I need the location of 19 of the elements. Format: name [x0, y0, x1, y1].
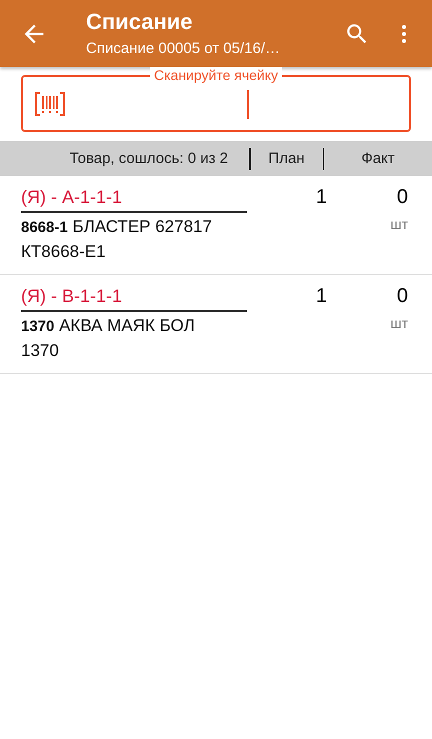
unit-label: шт — [390, 216, 408, 232]
screen-subtitle: Списание 00005 от 05/16/… — [86, 38, 280, 58]
fact-quantity: 0 — [396, 186, 408, 208]
plan-quantity: 1 — [316, 285, 327, 307]
field-label: Сканируйте ячейку — [150, 67, 282, 83]
screen-title: Списание — [86, 8, 192, 34]
cell-address: (Я) - А-1-1-1 — [21, 186, 247, 213]
plan-quantity: 1 — [316, 186, 327, 208]
column-header: План — [268, 150, 305, 167]
table-row[interactable]: (Я) - А-1-1-1 8668-1 БЛАСТЕР 627817 КТ8668-Е1 1 0 шт — [0, 176, 432, 275]
item-name: 8668-1 БЛАСТЕР 627817 КТ8668-Е1 — [21, 216, 213, 263]
column-header: Факт — [361, 150, 395, 167]
cell-address: (Я) - В-1-1-1 — [21, 285, 247, 312]
table-row[interactable]: (Я) - В-1-1-1 1370 АКВА МАЯК БОЛ 1370 1 0 шт — [0, 275, 432, 374]
barcode-icon — [35, 92, 65, 116]
column-header: Товар, сошлось: 0 из 2 — [70, 150, 228, 167]
fact-quantity: 0 — [396, 285, 408, 307]
item-name: 1370 АКВА МАЯК БОЛ 1370 — [21, 315, 196, 362]
unit-label: шт — [390, 315, 408, 331]
